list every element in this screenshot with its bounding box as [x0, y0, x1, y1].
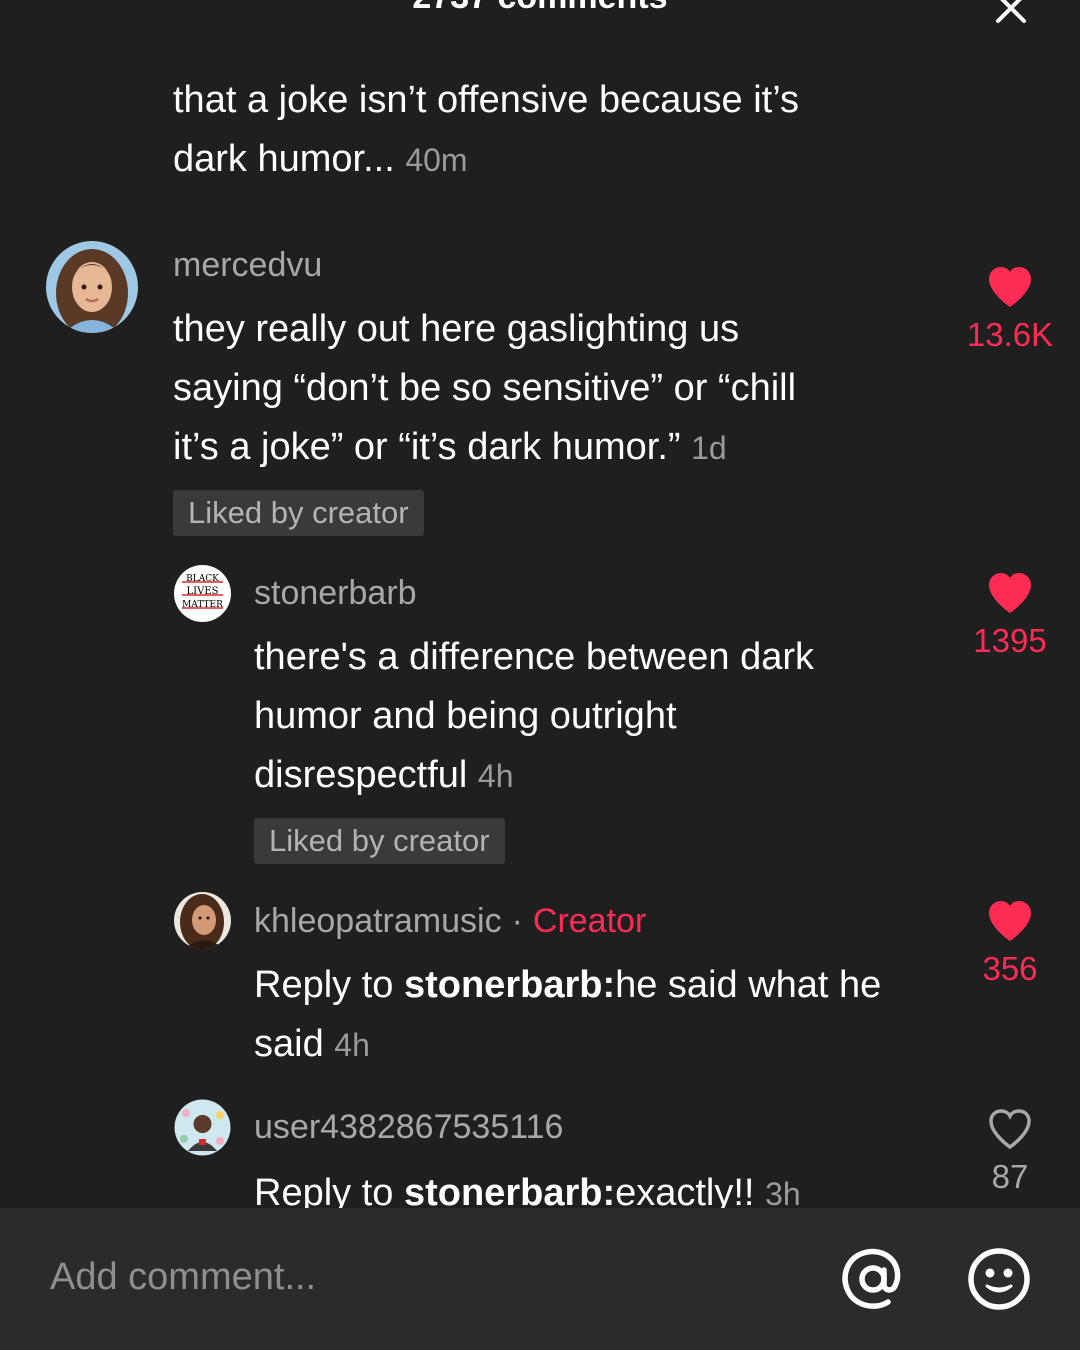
liked-by-creator-badge: Liked by creator: [254, 818, 505, 864]
avatar[interactable]: [174, 892, 231, 949]
like-count: 356: [982, 950, 1038, 987]
comment-username[interactable]: mercedvu: [173, 246, 322, 285]
comment-text-line: there's a difference between dark: [254, 636, 815, 678]
username-text: stonerbarb: [254, 574, 417, 612]
comment-item: user4382867535116 Reply to stonerbarb:ex…: [0, 1096, 1080, 1208]
at-icon: [842, 1248, 901, 1309]
comments-count-title: 2737 comments: [0, 0, 1080, 17]
like-button[interactable]: 356: [955, 900, 1065, 988]
comment-timestamp: 3h: [765, 1176, 801, 1208]
comment-text-line: that a joke isn’t offensive because it’s: [173, 79, 799, 121]
avatar[interactable]: [46, 241, 138, 333]
reply-separator: :: [602, 964, 616, 1006]
heart-icon: [989, 573, 1031, 613]
comment-text-line: said: [254, 1023, 324, 1065]
like-button[interactable]: 1395: [955, 572, 1065, 660]
close-button[interactable]: [988, 0, 1034, 28]
emoji-button[interactable]: [966, 1246, 1032, 1312]
like-count: 13.6K: [966, 316, 1054, 353]
username-text: user4382867535116: [254, 1108, 564, 1146]
separator-dot: ·: [511, 902, 523, 940]
comment-text-line: dark humor...: [173, 138, 395, 180]
comment-text-line: exactly!!: [615, 1172, 755, 1208]
reply-separator: :: [602, 1172, 616, 1208]
mention-button[interactable]: [840, 1246, 906, 1312]
reply-mention[interactable]: stonerbarb: [404, 964, 602, 1006]
comment-text-line: humor and being outright: [254, 695, 677, 737]
avatar[interactable]: [174, 1099, 231, 1156]
comment-list[interactable]: that a joke isn’t offensive because it’s…: [0, 30, 1080, 1208]
comment-text: that a joke isn’t offensive because it’s…: [173, 71, 933, 190]
comment-timestamp: 1d: [691, 430, 727, 466]
comment-text: Reply to stonerbarb:exactly!! 3h: [254, 1164, 954, 1208]
comment-text-line: he said what he: [615, 964, 882, 1006]
reply-mention[interactable]: stonerbarb: [404, 1172, 602, 1208]
username-text: khleopatramusic: [254, 902, 502, 940]
reply-prefix: Reply to: [254, 1172, 404, 1208]
comment-text: they really out here gaslighting us sayi…: [173, 300, 943, 478]
add-comment-input[interactable]: Add comment...: [50, 1256, 316, 1299]
creator-tag: Creator: [532, 902, 647, 940]
comment-text-line: disrespectful: [254, 754, 468, 796]
comment-username[interactable]: user4382867535116: [254, 1108, 563, 1147]
username-text: mercedvu: [173, 246, 323, 284]
heart-icon: [989, 267, 1031, 307]
avatar-text: LIVES: [187, 586, 219, 597]
comment-timestamp: 40m: [405, 142, 468, 178]
comment-text-line: it’s a joke” or “it’s dark humor.”: [173, 426, 681, 468]
comment-username[interactable]: stonerbarb: [254, 574, 417, 613]
comment-timestamp: 4h: [334, 1027, 370, 1063]
emoji-icon: [968, 1248, 1030, 1310]
like-button[interactable]: 13.6K: [955, 266, 1065, 354]
comment-text-line: saying “don’t be so sensitive” or “chill: [173, 367, 797, 409]
comment-item: BLACK LIVES MATTER stonerbarb there's a …: [0, 560, 1080, 870]
avatar-text: MATTER: [182, 600, 223, 610]
comment-text: there's a difference between dark humor …: [254, 628, 934, 806]
like-count: 87: [991, 1158, 1029, 1195]
comment-item: mercedvu they really out here gaslightin…: [0, 230, 1080, 550]
comment-item: that a joke isn’t offensive because it’s…: [0, 30, 1080, 200]
comments-header: 2737 comments: [0, 0, 1080, 30]
comment-username[interactable]: khleopatramusic · Creator: [254, 902, 646, 941]
comment-timestamp: 4h: [477, 758, 514, 794]
comment-text-line: they really out here gaslighting us: [173, 308, 740, 350]
comment-text: Reply to stonerbarb:he said what he said…: [254, 956, 954, 1075]
avatar[interactable]: BLACK LIVES MATTER: [174, 565, 231, 622]
reply-prefix: Reply to: [254, 964, 404, 1006]
like-count: 1395: [973, 622, 1047, 659]
liked-by-creator-badge: Liked by creator: [173, 490, 424, 536]
comment-item: khleopatramusic · Creator Reply to stonerb…: [0, 888, 1080, 1078]
heart-icon: [989, 901, 1031, 941]
like-button[interactable]: 87: [955, 1108, 1065, 1196]
comment-input-bar: Add comment...: [0, 1208, 1080, 1350]
close-icon: [996, 0, 1026, 23]
heart-outline-icon: [989, 1109, 1031, 1150]
avatar-text: BLACK: [186, 574, 219, 584]
